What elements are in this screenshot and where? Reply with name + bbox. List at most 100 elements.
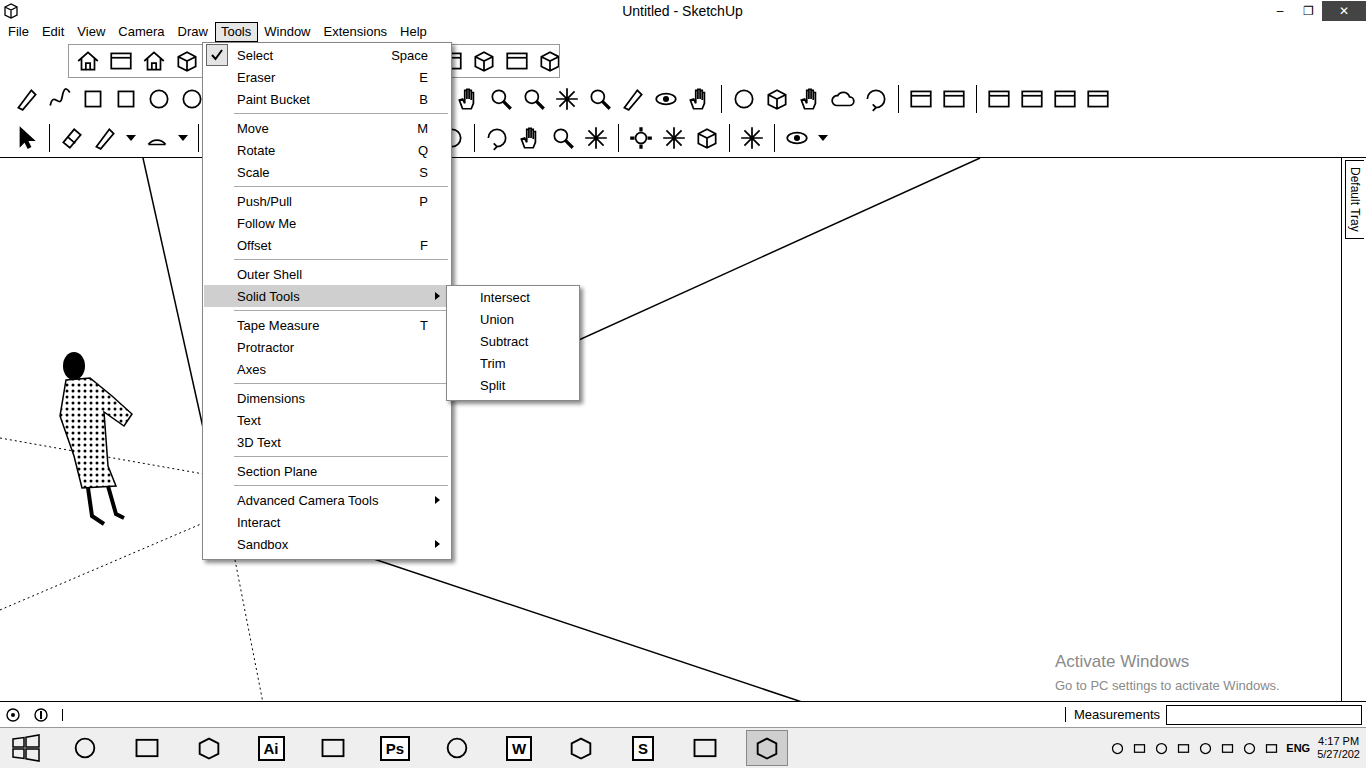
menu-item[interactable]: Sandbox [204,533,450,555]
toolbar-button[interactable] [651,84,681,114]
toolbar-button[interactable] [12,84,42,114]
clock[interactable]: 4:17 PM5/27/202 [1317,735,1360,761]
menu-item[interactable]: Text [204,409,450,431]
menu-bar-item[interactable]: Edit [36,22,71,42]
toolbar-button[interactable] [585,84,615,114]
toolbar-button[interactable] [535,46,560,76]
submenu-item[interactable]: Trim [447,352,579,374]
toolbar-button[interactable] [782,123,812,153]
menu-bar-item[interactable]: Help [394,22,434,42]
taskbar-app[interactable] [188,730,230,766]
taskbar-app[interactable] [436,730,478,766]
toolbar-button[interactable] [90,123,120,153]
toolbar-button[interactable] [139,46,169,76]
menu-bar-item[interactable]: Tools [215,22,258,42]
toolbar-button[interactable] [762,84,792,114]
toolbar-button[interactable] [486,84,516,114]
toolbar-button[interactable] [106,46,136,76]
toolbar-button[interactable] [144,84,174,114]
menu-bar-item[interactable]: Draw [172,22,215,42]
language-indicator[interactable]: ENG [1286,742,1310,754]
toolbar-button[interactable] [78,84,108,114]
star-icon[interactable] [1220,741,1235,756]
menu-item[interactable]: Push/PullP [204,190,450,212]
menu-item[interactable]: Interact [204,511,450,533]
toolbar-button[interactable] [519,84,549,114]
submenu-item[interactable]: Subtract [447,330,579,352]
toolbar-button[interactable] [1050,84,1080,114]
toolbar-button[interactable] [626,123,656,153]
toolbar-button[interactable] [729,84,759,114]
submenu-item[interactable]: Union [447,308,579,330]
toolbar-button[interactable] [984,84,1014,114]
toolbar-button[interactable] [939,84,969,114]
dropdown-caret-icon[interactable] [818,135,828,141]
menu-item[interactable]: OffsetF [204,234,450,256]
menu-bar-item[interactable]: File [2,22,36,42]
toolbar-button[interactable] [482,123,512,153]
taskbar-app[interactable]: Ps [374,730,416,766]
menu-item[interactable]: Outer Shell [204,263,450,285]
gear-icon[interactable] [1110,741,1125,756]
toolbar-button[interactable] [172,46,202,76]
menu-item[interactable]: 3D Text [204,431,450,453]
taskbar-app[interactable] [560,730,602,766]
menu-item[interactable]: Dimensions [204,387,450,409]
dropdown-caret-icon[interactable] [126,135,136,141]
window-control-button[interactable]: – [1266,1,1294,21]
taskbar-app[interactable] [684,730,726,766]
toolbar-button[interactable] [659,123,689,153]
toolbar-button[interactable] [469,46,499,76]
toolbar-button[interactable] [111,84,141,114]
menu-item[interactable]: Solid Tools [204,285,450,307]
menu-bar-item[interactable]: View [71,22,112,42]
taskbar-app[interactable] [64,730,106,766]
menu-item[interactable]: RotateQ [204,139,450,161]
toolbar-button[interactable] [453,84,483,114]
toolbar-button[interactable] [581,123,611,153]
taskbar-app[interactable]: S [622,730,664,766]
circle-icon[interactable] [1264,741,1279,756]
toolbar-button[interactable] [73,46,103,76]
taskbar-app[interactable] [312,730,354,766]
toolbar-button[interactable] [618,84,648,114]
taskbar-app[interactable] [746,730,788,766]
default-tray-tab[interactable]: Default Tray [1345,160,1364,239]
window-control-button[interactable]: ❐ [1294,1,1322,21]
menu-item[interactable]: Axes [204,358,450,380]
toolbar-button[interactable] [1017,84,1047,114]
toolbar-button[interactable] [906,84,936,114]
menu-item[interactable]: Paint BucketB [204,88,450,110]
toolbar-button[interactable] [515,123,545,153]
submenu-item[interactable]: Intersect [447,286,579,308]
pencil-icon[interactable] [1176,741,1191,756]
credits-icon[interactable] [34,708,48,722]
window-control-button[interactable]: ✕ [1322,1,1366,21]
menu-item[interactable]: ScaleS [204,161,450,183]
menu-bar-item[interactable]: Window [258,22,317,42]
toolbar-button[interactable] [142,123,172,153]
menu-item[interactable]: SelectSpace [204,44,450,66]
start-button[interactable] [8,733,44,763]
menu-item[interactable]: EraserE [204,66,450,88]
menu-item[interactable]: Tape MeasureT [204,314,450,336]
menu-bar-item[interactable]: Extensions [318,22,395,42]
toolbar-button[interactable] [548,123,578,153]
geo-location-icon[interactable] [6,708,20,722]
menu-item[interactable]: MoveM [204,117,450,139]
menu-item[interactable]: Follow Me [204,212,450,234]
taskbar-app[interactable] [126,730,168,766]
toolbar-button[interactable] [552,84,582,114]
menu-bar-item[interactable]: Camera [112,22,171,42]
toolbar-button[interactable] [737,123,767,153]
frame-icon[interactable] [1242,741,1257,756]
measurements-input[interactable] [1166,705,1362,725]
submenu-item[interactable]: Split [447,374,579,396]
taskbar-app[interactable]: W [498,730,540,766]
frame-icon[interactable] [1154,741,1169,756]
toolbar-button[interactable] [502,46,532,76]
toolbar-button[interactable] [1083,84,1113,114]
eye-icon[interactable] [1198,741,1213,756]
taskbar-app[interactable]: Ai [250,730,292,766]
toolbar-button[interactable] [45,84,75,114]
